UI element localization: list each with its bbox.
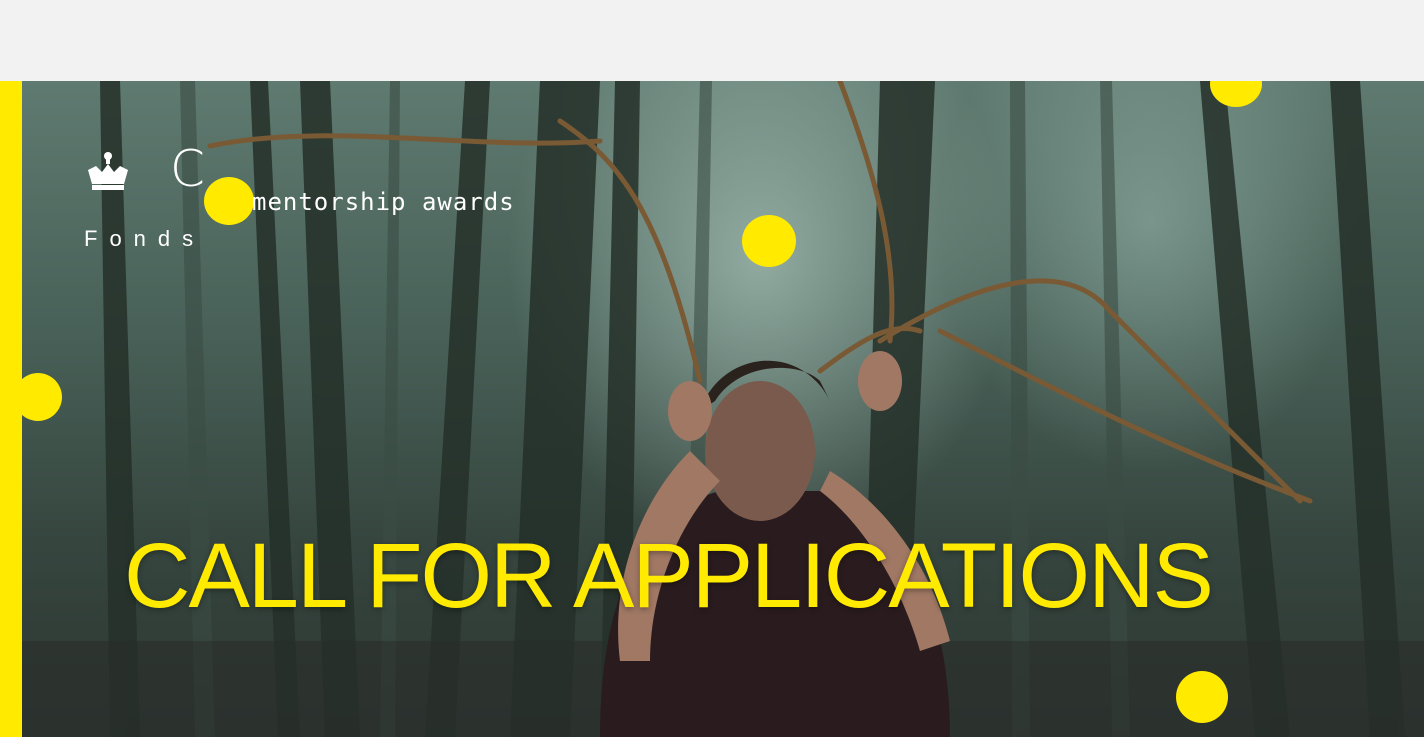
logo-letter: C bbox=[170, 140, 205, 198]
yellow-dot bbox=[204, 177, 254, 225]
call-for-applications-headline[interactable]: CALL FOR APPLICATIONS bbox=[124, 530, 1314, 622]
top-band bbox=[0, 0, 1424, 81]
crown-icon bbox=[88, 152, 128, 190]
logo-tagline: mentorship awards bbox=[252, 188, 515, 216]
forest-photo bbox=[0, 81, 1424, 737]
left-accent-strip bbox=[0, 81, 22, 737]
yellow-dot bbox=[1176, 671, 1228, 723]
yellow-dot bbox=[742, 215, 796, 267]
hero-banner[interactable] bbox=[0, 81, 1424, 737]
logo-fonds: Fonds bbox=[84, 226, 206, 251]
